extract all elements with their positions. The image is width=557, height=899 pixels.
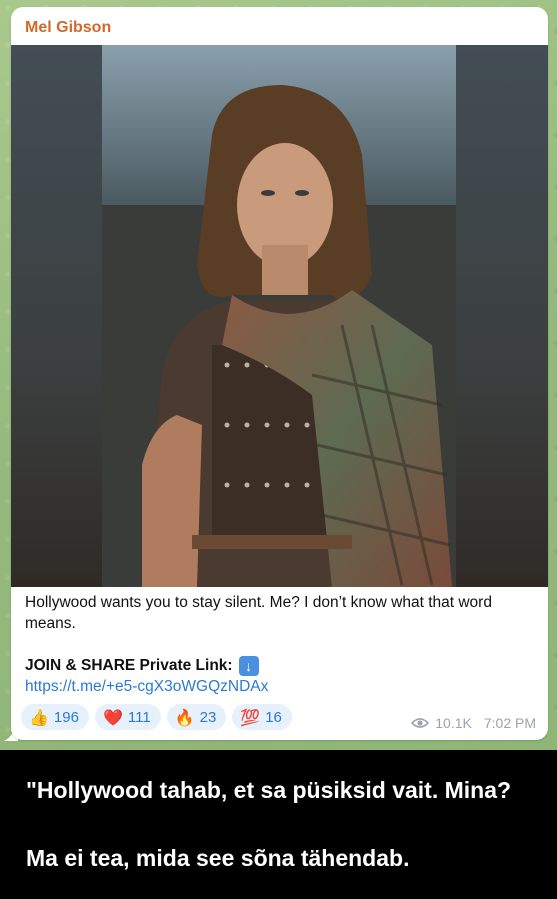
thumbs-up-icon: 👍: [29, 707, 49, 727]
reaction-count: 23: [199, 708, 217, 726]
reaction-count: 16: [265, 708, 282, 726]
reaction-thumbs-up[interactable]: 👍 196: [21, 704, 89, 730]
join-share-label: JOIN & SHARE Private Link: ↓: [25, 656, 259, 676]
photo-blur-left: [11, 45, 102, 587]
fire-icon: 🔥: [174, 707, 195, 727]
down-arrow-icon: ↓: [238, 656, 259, 676]
heart-icon: ❤️: [102, 707, 123, 727]
translation-line-2: Ma ei tea, mida see sõna tähendab.: [26, 845, 410, 871]
reaction-fire[interactable]: 🔥 23: [166, 704, 227, 730]
message-time: 7:02 PM: [483, 715, 536, 731]
reaction-hundred-points[interactable]: 💯 16: [232, 704, 292, 730]
photo-image[interactable]: [102, 45, 456, 587]
view-count: 10.1K: [435, 715, 472, 731]
translation-overlay: "Hollywood tahab, et sa püsiksid vait. M…: [0, 750, 557, 899]
join-share-text: JOIN & SHARE Private Link:: [25, 657, 233, 674]
photo-blur-right: [456, 45, 548, 587]
reaction-heart[interactable]: ❤️ 111: [94, 704, 161, 730]
message-caption: Hollywood wants you to stay silent. Me? …: [25, 594, 492, 632]
message-photo[interactable]: [11, 45, 548, 587]
reaction-count: 111: [127, 708, 151, 726]
message-meta: 10.1K 7:02 PM: [411, 715, 536, 731]
sender-name[interactable]: Mel Gibson: [25, 19, 111, 37]
eye-icon: [411, 717, 430, 729]
reaction-count: 196: [53, 708, 79, 726]
translation-line-1: "Hollywood tahab, et sa püsiksid vait. M…: [26, 777, 512, 803]
private-link[interactable]: https://t.me/+e5-cgX3oWGQzNDAx: [25, 678, 268, 696]
message-bubble[interactable]: Mel Gibson Hollywood wants you to stay s…: [11, 7, 548, 740]
hundred-points-icon: 💯: [240, 707, 261, 727]
reactions-bar: 👍 196 ❤️ 111 🔥 23 💯 16: [21, 704, 292, 730]
